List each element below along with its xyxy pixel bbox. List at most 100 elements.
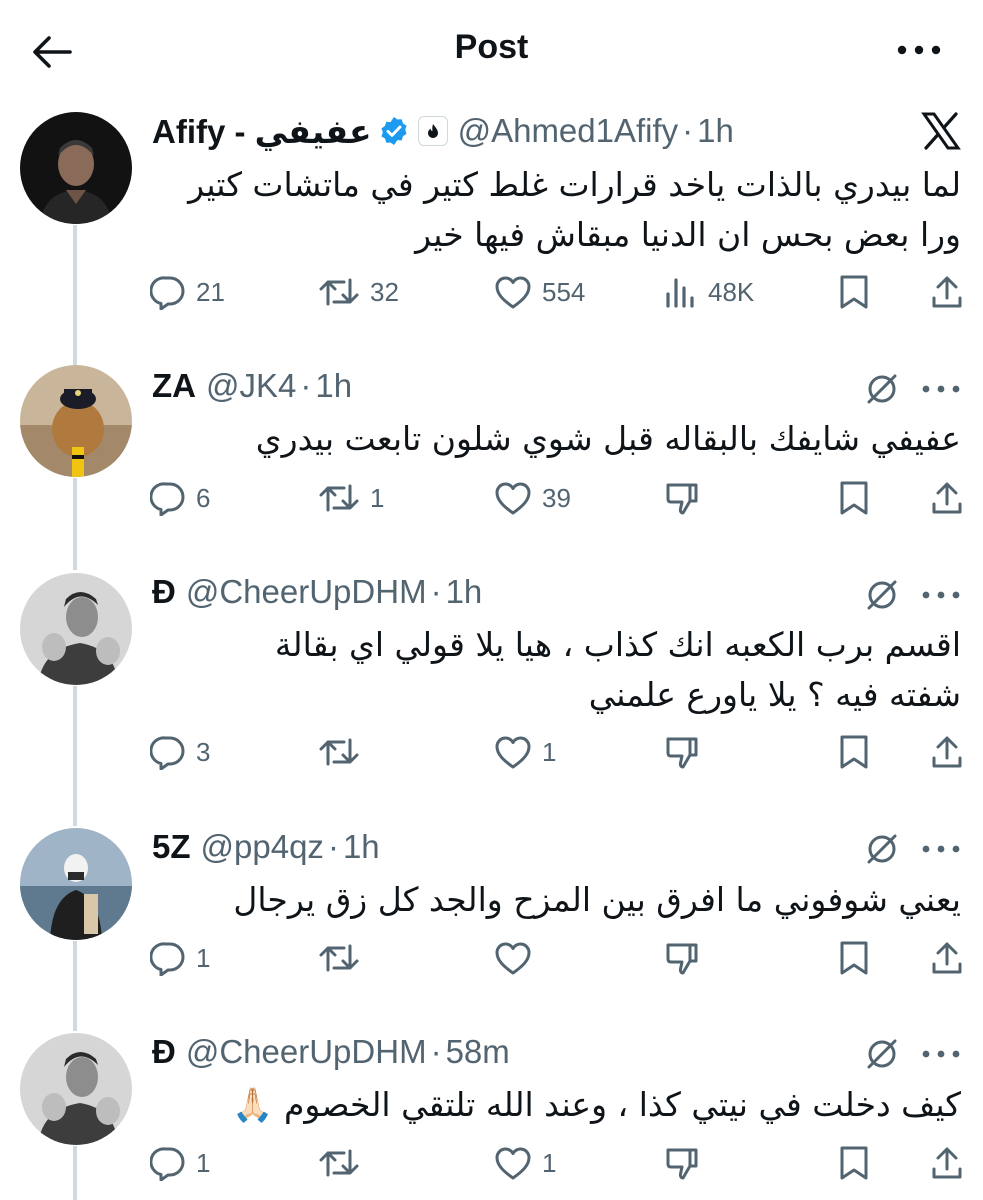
reply-count: 1 [196, 942, 211, 973]
thread-line [73, 1146, 77, 1200]
timestamp[interactable]: 58m [446, 1033, 510, 1071]
reply-button[interactable]: 6 [150, 478, 210, 518]
like-button[interactable]: 1 [494, 732, 556, 772]
dislike-icon [666, 1148, 698, 1180]
handle[interactable]: @JK4 [206, 367, 296, 405]
reply-button[interactable]: 3 [150, 732, 210, 772]
share-icon [932, 942, 962, 974]
more-icon[interactable] [921, 590, 961, 600]
repost-button[interactable]: 32 [318, 272, 399, 312]
display-name[interactable]: 5Z [152, 828, 191, 866]
repost-button[interactable] [318, 938, 370, 978]
bookmark-icon [840, 735, 868, 769]
bookmark-button[interactable] [838, 272, 870, 312]
like-button[interactable] [494, 938, 542, 978]
tweet-menu [865, 832, 961, 866]
grok-icon[interactable] [865, 372, 899, 406]
x-logo [921, 112, 961, 150]
share-button[interactable] [930, 938, 964, 978]
like-count: 554 [542, 276, 586, 307]
tweet-text: اقسم برب الكعبه انك كذاب ، هيا يلا قولي … [275, 620, 961, 720]
page-title: Post [454, 28, 529, 66]
display-name[interactable]: Đ [152, 1033, 176, 1071]
reply-button[interactable]: 1 [150, 938, 210, 978]
timestamp[interactable]: 1h [343, 828, 380, 866]
avatar[interactable] [20, 828, 132, 940]
share-button[interactable] [930, 478, 964, 518]
tweet-text-line: يعني شوفوني ما افرق بين المزح والجد كل ز… [233, 880, 961, 919]
more-icon[interactable] [921, 384, 961, 394]
repost-button[interactable] [318, 732, 370, 772]
grok-icon[interactable] [865, 578, 899, 612]
separator-dot: · [682, 112, 694, 149]
share-button[interactable] [930, 732, 964, 772]
handle[interactable]: @CheerUpDHM [186, 1033, 427, 1071]
tweet-text-line: ورا بعض بحس ان الدنيا مبقاش فيها خير [415, 215, 961, 254]
display-name[interactable]: Đ [152, 573, 176, 611]
reply-button[interactable]: 21 [150, 272, 225, 312]
timestamp[interactable]: 1h [446, 573, 483, 611]
avatar[interactable] [20, 573, 132, 685]
tweet-header: 5Z @pp4qz · 1h [152, 825, 380, 869]
dislike-button[interactable] [664, 938, 700, 978]
top-bar: Post [0, 0, 983, 100]
tweet-header: ZA @JK4 · 1h [152, 364, 352, 408]
reply-icon [150, 736, 185, 770]
repost-icon [319, 1149, 359, 1177]
action-bar: 1 [150, 938, 963, 978]
repost-count: 1 [370, 482, 385, 513]
separator-dot: · [430, 573, 442, 610]
dislike-icon [666, 737, 698, 769]
avatar[interactable] [20, 112, 132, 224]
timestamp[interactable]: 1h [315, 367, 352, 405]
affiliate-badge[interactable] [417, 116, 448, 146]
display-name[interactable]: ZA [152, 367, 196, 405]
grok-icon[interactable] [865, 832, 899, 866]
display-name[interactable]: Afify - عفيفي [152, 112, 372, 151]
dislike-icon [666, 943, 698, 975]
repost-button[interactable]: 1 [318, 478, 384, 518]
action-bar: 3 1 [150, 732, 963, 772]
repost-icon [319, 944, 359, 972]
bookmark-button[interactable] [838, 732, 870, 772]
share-icon [932, 1147, 962, 1179]
avatar[interactable] [20, 1033, 132, 1145]
avatar[interactable] [20, 365, 132, 477]
handle[interactable]: @pp4qz [201, 828, 324, 866]
views-button[interactable]: 48K [664, 272, 754, 312]
tweet-menu [865, 372, 961, 406]
verified-icon [381, 117, 407, 145]
like-icon [495, 1147, 531, 1180]
more-icon[interactable] [921, 1049, 961, 1059]
share-button[interactable] [930, 272, 964, 312]
handle[interactable]: @Ahmed1Afify [458, 112, 679, 150]
like-button[interactable]: 1 [494, 1143, 556, 1183]
like-button[interactable]: 39 [494, 478, 571, 518]
reply-button[interactable]: 1 [150, 1143, 210, 1183]
more-options-button[interactable] [895, 30, 943, 70]
share-button[interactable] [930, 1143, 964, 1183]
reply-icon [150, 482, 185, 516]
dislike-button[interactable] [664, 1143, 700, 1183]
tweet-text-line: اقسم برب الكعبه انك كذاب ، هيا يلا قولي … [274, 625, 961, 664]
dislike-button[interactable] [664, 732, 700, 772]
like-icon [495, 736, 531, 769]
more-icon[interactable] [921, 844, 961, 854]
handle[interactable]: @CheerUpDHM [186, 573, 427, 611]
like-button[interactable]: 554 [494, 272, 585, 312]
timestamp[interactable]: 1h [697, 112, 734, 150]
bookmark-icon [840, 1146, 868, 1180]
reply-icon [150, 942, 185, 976]
share-icon [932, 736, 962, 768]
grok-icon[interactable] [865, 1037, 899, 1071]
bookmark-button[interactable] [838, 1143, 870, 1183]
repost-button[interactable] [318, 1143, 370, 1183]
dislike-button[interactable] [664, 478, 700, 518]
like-icon [495, 276, 531, 309]
bookmark-button[interactable] [838, 938, 870, 978]
tweet-menu [865, 578, 961, 612]
thread-line [73, 941, 77, 1031]
reply-icon [150, 276, 185, 310]
views-icon [666, 278, 694, 308]
bookmark-button[interactable] [838, 478, 870, 518]
